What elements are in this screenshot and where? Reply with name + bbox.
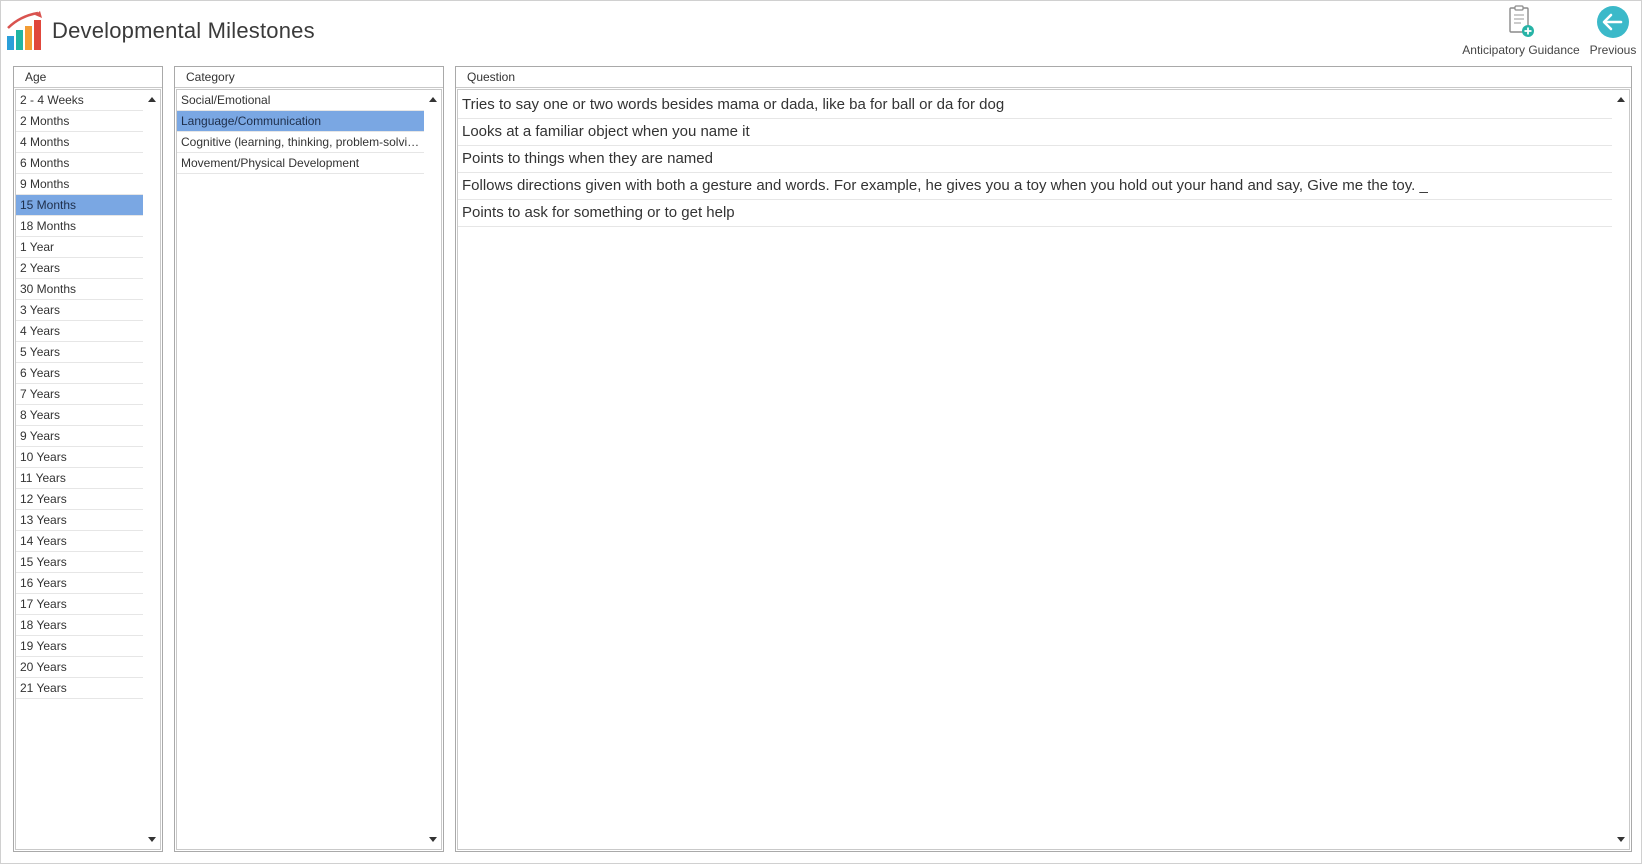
age-list-item[interactable]: 2 Months xyxy=(16,111,143,132)
triangle-up-icon xyxy=(428,97,437,102)
age-list-item[interactable]: 3 Years xyxy=(16,300,143,321)
age-list-item[interactable]: 8 Years xyxy=(16,405,143,426)
previous-label: Previous xyxy=(1589,43,1637,57)
age-list-item[interactable]: 6 Years xyxy=(16,363,143,384)
question-panel: Question Tries to say one or two words b… xyxy=(455,66,1632,852)
age-list-item[interactable]: 9 Years xyxy=(16,426,143,447)
age-list-item[interactable]: 7 Years xyxy=(16,384,143,405)
age-list-item[interactable]: 21 Years xyxy=(16,678,143,699)
age-list-container: 2 - 4 Weeks 2 Months 4 Months 6 Months 9 Mon… xyxy=(15,89,161,850)
triangle-down-icon xyxy=(147,837,156,842)
arrow-left-circle-icon xyxy=(1597,6,1629,38)
age-list-item[interactable]: 4 Months xyxy=(16,132,143,153)
question-scroll-up-button[interactable] xyxy=(1614,93,1627,106)
age-list-item[interactable]: 10 Years xyxy=(16,447,143,468)
age-list-item[interactable]: 6 Months xyxy=(16,153,143,174)
age-list-item[interactable]: 15 Years xyxy=(16,552,143,573)
category-header: Category xyxy=(175,67,443,88)
triangle-up-icon xyxy=(147,97,156,102)
category-list: Social/Emotional Language/Communication Co… xyxy=(177,90,424,849)
question-list-item[interactable]: Points to ask for something or to get he… xyxy=(458,200,1612,227)
age-list-item[interactable]: 11 Years xyxy=(16,468,143,489)
age-list-item[interactable]: 2 - 4 Weeks xyxy=(16,90,143,111)
age-list-item[interactable]: 17 Years xyxy=(16,594,143,615)
question-list-item[interactable]: Tries to say one or two words besides ma… xyxy=(458,92,1612,119)
age-list-item[interactable]: 15 Months xyxy=(16,195,143,216)
previous-button[interactable]: Previous xyxy=(1586,5,1640,57)
age-list-item[interactable]: 13 Years xyxy=(16,510,143,531)
app-header: Developmental Milestones Anticipatory Gu… xyxy=(0,0,1642,64)
category-list-item[interactable]: Cognitive (learning, thinking, problem-s… xyxy=(177,132,424,153)
question-list-container: Tries to say one or two words besides ma… xyxy=(457,89,1630,850)
age-list-item[interactable]: 18 Years xyxy=(16,615,143,636)
age-list-item[interactable]: 9 Months xyxy=(16,174,143,195)
category-list-item[interactable]: Movement/Physical Development xyxy=(177,153,424,174)
clipboard-add-icon xyxy=(1509,5,1534,37)
question-list-item[interactable]: Follows directions given with both a ges… xyxy=(458,173,1612,200)
age-list-item[interactable]: 30 Months xyxy=(16,279,143,300)
age-list-item[interactable]: 20 Years xyxy=(16,657,143,678)
category-scroll-down-button[interactable] xyxy=(426,833,439,846)
age-list-item[interactable]: 5 Years xyxy=(16,342,143,363)
triangle-down-icon xyxy=(428,837,437,842)
age-list-item[interactable]: 1 Year xyxy=(16,237,143,258)
category-scroll-up-button[interactable] xyxy=(426,93,439,106)
age-list: 2 - 4 Weeks 2 Months 4 Months 6 Months 9 Mon… xyxy=(16,90,143,849)
category-list-item[interactable]: Social/Emotional xyxy=(177,90,424,111)
question-header: Question xyxy=(456,67,1631,88)
age-list-item[interactable]: 16 Years xyxy=(16,573,143,594)
age-panel: Age 2 - 4 Weeks 2 Months 4 Months 6 Months 9… xyxy=(13,66,163,852)
question-list-item[interactable]: Looks at a familiar object when you name… xyxy=(458,119,1612,146)
age-list-item[interactable]: 4 Years xyxy=(16,321,143,342)
category-scrollbar[interactable] xyxy=(424,90,441,849)
category-list-item[interactable]: Language/Communication xyxy=(177,111,424,132)
age-scroll-down-button[interactable] xyxy=(145,833,158,846)
bar-chart-trend-icon xyxy=(7,11,42,50)
age-header: Age xyxy=(14,67,162,88)
age-list-item[interactable]: 2 Years xyxy=(16,258,143,279)
age-scrollbar[interactable] xyxy=(143,90,160,849)
age-list-item[interactable]: 19 Years xyxy=(16,636,143,657)
triangle-up-icon xyxy=(1616,97,1625,102)
question-list-item[interactable]: Points to things when they are named xyxy=(458,146,1612,173)
question-scroll-down-button[interactable] xyxy=(1614,833,1627,846)
category-panel: Category Social/Emotional Language/Commun… xyxy=(174,66,444,852)
age-list-item[interactable]: 12 Years xyxy=(16,489,143,510)
age-list-item[interactable]: 18 Months xyxy=(16,216,143,237)
question-list: Tries to say one or two words besides ma… xyxy=(458,92,1612,849)
anticipatory-guidance-button[interactable]: Anticipatory Guidance xyxy=(1456,5,1586,57)
question-scrollbar[interactable] xyxy=(1612,90,1629,849)
anticipatory-guidance-label: Anticipatory Guidance xyxy=(1462,43,1580,57)
age-scroll-up-button[interactable] xyxy=(145,93,158,106)
page-title: Developmental Milestones xyxy=(52,18,315,43)
category-list-container: Social/Emotional Language/Communication Co… xyxy=(176,89,442,850)
age-list-item[interactable]: 14 Years xyxy=(16,531,143,552)
triangle-down-icon xyxy=(1616,837,1625,842)
